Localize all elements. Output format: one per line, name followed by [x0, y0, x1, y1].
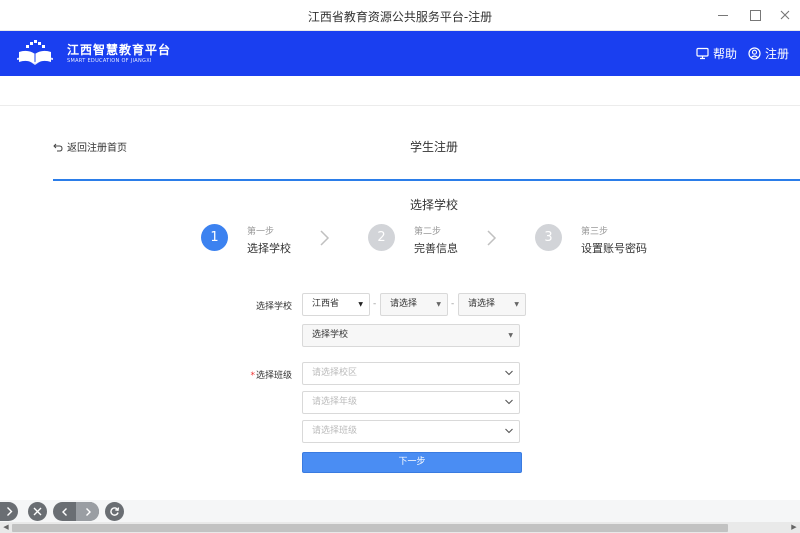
chevron-right-icon	[320, 230, 330, 246]
step-1-sub: 第一步	[247, 227, 275, 237]
step-2-sub: 第二步	[414, 227, 442, 237]
step-2-name: 完善信息	[414, 242, 458, 255]
scroll-right-arrow[interactable]: ▶	[789, 523, 799, 531]
header-divider	[0, 76, 800, 106]
refresh-button[interactable]	[105, 502, 124, 521]
separator: -	[451, 299, 455, 309]
chevron-down-icon	[505, 399, 513, 405]
page-title: 学生注册	[409, 140, 458, 154]
scroll-left-arrow[interactable]: ◀	[1, 523, 11, 531]
logo-title: 江西智慧教育平台	[67, 43, 172, 57]
separator: -	[373, 299, 377, 309]
scrollbar-thumb[interactable]	[12, 524, 728, 532]
caret-down-icon: ▼	[514, 301, 519, 308]
help-link[interactable]: 帮助	[696, 45, 737, 62]
caret-down-icon: ▼	[358, 301, 363, 308]
step-1-number: 1	[201, 224, 228, 251]
logo-icon	[17, 40, 53, 65]
city-value: 请选择	[390, 299, 418, 309]
minimize-button[interactable]	[713, 5, 733, 25]
class-label-text: 选择班级	[255, 371, 292, 381]
navigation-pill	[53, 502, 99, 521]
close-page-button[interactable]	[28, 502, 47, 521]
campus-placeholder: 请选择校区	[312, 368, 358, 378]
step-3-sub: 第三步	[581, 227, 609, 237]
user-circle-icon	[748, 47, 761, 60]
forward-button[interactable]	[76, 502, 99, 521]
school-label: 选择学校	[255, 302, 292, 312]
step-1-name: 选择学校	[247, 242, 291, 255]
refresh-icon	[110, 507, 120, 516]
monitor-icon	[696, 47, 709, 60]
step-2-number: 2	[368, 224, 395, 251]
site-header: 江西智慧教育平台 SMART EDUCATION OF JIANGXI 帮助 注…	[0, 31, 800, 76]
chevron-right-icon	[85, 508, 91, 516]
chevron-down-icon	[505, 428, 513, 434]
section-title: 选择学校	[409, 198, 458, 212]
class-placeholder: 请选择班级	[312, 426, 358, 436]
register-link[interactable]: 注册	[748, 45, 789, 62]
class-select[interactable]: 请选择班级	[302, 420, 520, 443]
close-icon	[780, 10, 790, 20]
district-value: 请选择	[468, 299, 496, 309]
school-select[interactable]: 选择学校 ▼	[302, 324, 520, 347]
maximize-button[interactable]	[745, 5, 765, 25]
district-select[interactable]: 请选择 ▼	[458, 293, 526, 316]
class-label: *选择班级	[240, 368, 292, 381]
step-3-number: 3	[535, 224, 562, 251]
window-title: 江西省教育资源公共服务平台-注册	[307, 10, 493, 24]
chevron-down-icon	[505, 370, 513, 376]
logo-subtitle: SMART EDUCATION OF JIANGXI	[67, 58, 152, 64]
caret-down-icon: ▼	[436, 301, 441, 308]
campus-select[interactable]: 请选择校区	[302, 362, 520, 385]
back-button[interactable]	[53, 502, 76, 521]
chevron-right-icon	[487, 230, 497, 246]
register-label: 注册	[765, 47, 790, 61]
close-icon	[33, 507, 42, 516]
help-label: 帮助	[713, 47, 738, 61]
required-marker: *	[250, 371, 255, 381]
city-select[interactable]: 请选择 ▼	[380, 293, 448, 316]
next-step-button[interactable]: 下一步	[302, 452, 522, 473]
window-titlebar: 江西省教育资源公共服务平台-注册	[0, 0, 800, 31]
province-select[interactable]: 江西省 ▼	[302, 293, 370, 316]
grade-select[interactable]: 请选择年级	[302, 391, 520, 414]
title-divider	[53, 179, 800, 181]
grade-placeholder: 请选择年级	[312, 397, 358, 407]
province-value: 江西省	[312, 299, 340, 309]
caret-down-icon: ▼	[508, 332, 513, 339]
step-3-name: 设置账号密码	[581, 242, 647, 255]
chevron-left-icon	[61, 508, 67, 516]
chevron-right-icon	[6, 507, 12, 516]
close-button[interactable]	[775, 5, 795, 25]
school-select-value: 选择学校	[312, 330, 349, 340]
